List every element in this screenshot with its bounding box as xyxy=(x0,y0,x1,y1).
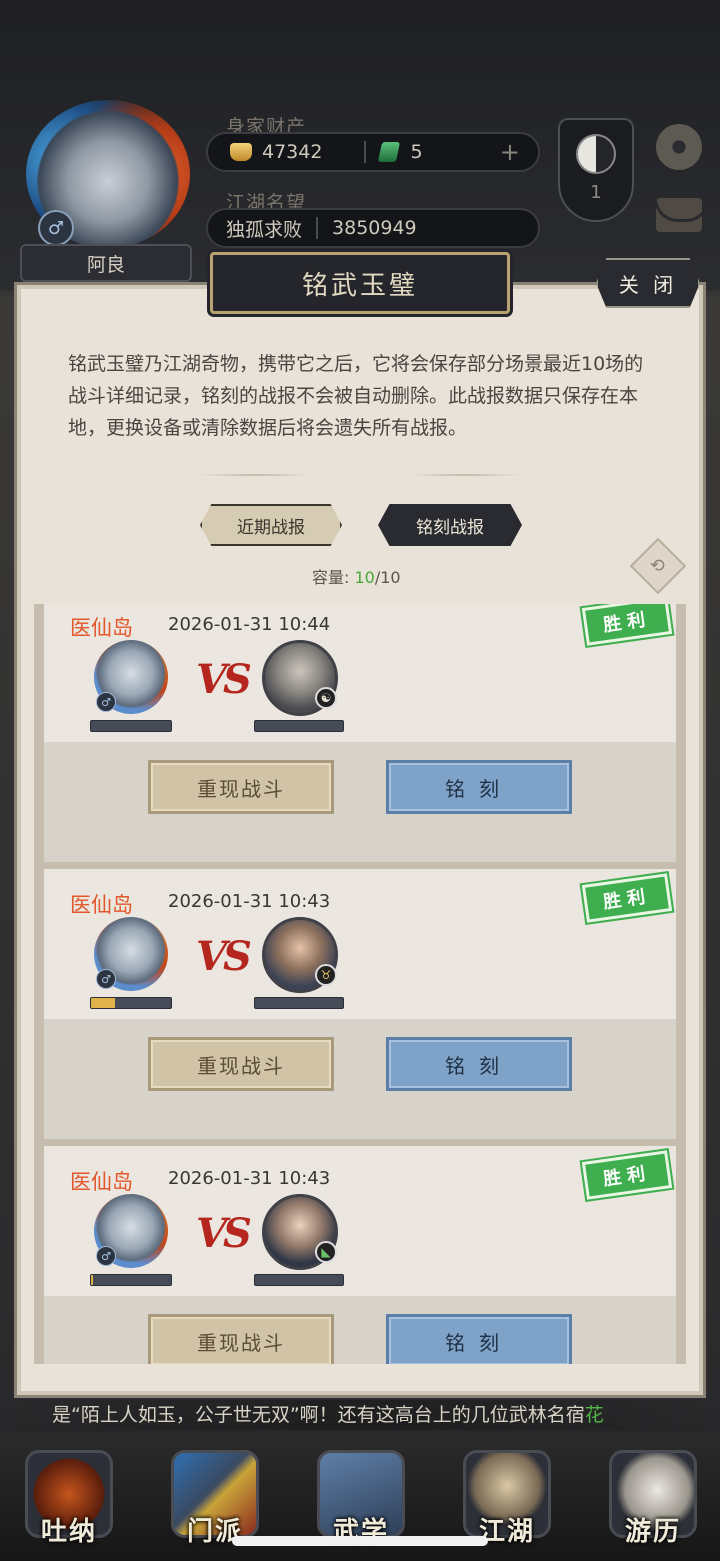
engrave-button[interactable]: 铭刻 xyxy=(386,760,572,814)
ornament-divider xyxy=(200,474,310,476)
enemy-avatar: ♉ xyxy=(262,917,338,993)
enemy-hp-bar xyxy=(254,720,344,732)
capacity-total: /10 xyxy=(374,568,401,587)
battle-time: 2026-01-31 10:44 xyxy=(168,614,331,635)
replay-battle-button[interactable]: 重现战斗 xyxy=(148,1314,334,1364)
gender-icon: ♂ xyxy=(96,692,116,712)
battle-time: 2026-01-31 10:43 xyxy=(168,1168,331,1189)
fame-value: 3850949 xyxy=(332,217,417,239)
enemy-avatar: ☯ xyxy=(262,640,338,716)
player-avatar: ♂ xyxy=(94,640,168,714)
vs-mark: VS xyxy=(196,933,252,980)
battle-time: 2026-01-31 10:43 xyxy=(168,891,331,912)
enemy-sect-icon: ☯ xyxy=(315,687,337,709)
gold-ingot-icon xyxy=(230,143,252,161)
player-hp-fill xyxy=(91,998,115,1008)
nav-item-breathing[interactable]: 吐纳 xyxy=(22,1450,116,1547)
capacity-used: 10 xyxy=(354,568,375,587)
add-currency-button[interactable]: + xyxy=(500,138,520,166)
battle-location: 医仙岛 xyxy=(70,893,133,917)
enemy-hp-bar xyxy=(254,1274,344,1286)
replay-battle-button[interactable]: 重现战斗 xyxy=(148,1037,334,1091)
gender-icon: ♂ xyxy=(96,1246,116,1266)
gender-icon: ♂ xyxy=(96,969,116,989)
game-screen: ♂ 阿良 身家财产 47342 5 + 江湖名望 独孤求败 3850949 1 … xyxy=(0,0,720,1561)
enemy-sect-icon: ♉ xyxy=(315,964,337,986)
divider xyxy=(316,217,319,239)
nav-label: 游历 xyxy=(624,1517,681,1547)
top-hud: ♂ 阿良 身家财产 47342 5 + 江湖名望 独孤求败 3850949 1 xyxy=(0,0,720,290)
player-hp-fill xyxy=(91,1275,94,1285)
engrave-button[interactable]: 铭刻 xyxy=(386,1314,572,1364)
panel-title: 铭武玉璧 xyxy=(210,252,510,314)
wealth-bar: 47342 5 + xyxy=(206,132,540,172)
divider xyxy=(364,141,367,163)
player-hp-bar xyxy=(90,997,172,1009)
engrave-button[interactable]: 铭刻 xyxy=(386,1037,572,1091)
victory-stamp: 胜利 xyxy=(579,604,675,649)
enemy-sect-icon: ◣ xyxy=(315,1241,337,1263)
sect-badge[interactable]: 1 xyxy=(558,118,634,222)
battle-location: 医仙岛 xyxy=(70,616,133,640)
battle-report-list[interactable]: 医仙岛 2026-01-31 10:44 胜利 ♂ VS ☯ 重现战斗 铭刻 医… xyxy=(34,604,686,1364)
tab-recent-reports[interactable]: 近期战报 xyxy=(200,504,342,546)
announcement-marquee: 是“陌上人如玉，公子世无双”啊！还有这高台上的几位武林名宿花 xyxy=(0,1400,720,1430)
fame-title: 独孤求败 xyxy=(226,218,303,241)
tab-engraved-reports[interactable]: 铭刻战报 xyxy=(378,504,522,546)
battle-card-header: 医仙岛 2026-01-31 10:44 胜利 ♂ VS ☯ xyxy=(44,604,676,742)
gear-icon[interactable] xyxy=(656,124,702,170)
nav-item-sect[interactable]: 门派 xyxy=(168,1450,262,1547)
announcement-text: 是“陌上人如玉，公子世无双”啊！还有这高台上的几位武林名宿 xyxy=(52,1404,585,1426)
battle-card: 医仙岛 2026-01-31 10:43 胜利 ♂ VS ♉ 重现战斗 铭刻 xyxy=(44,869,676,1139)
enemy-hp-bar xyxy=(254,997,344,1009)
vs-mark: VS xyxy=(196,656,252,703)
replay-battle-button[interactable]: 重现战斗 xyxy=(148,760,334,814)
capacity-label: 容量: xyxy=(312,568,350,587)
player-avatar: ♂ xyxy=(94,1194,168,1268)
battle-card-header: 医仙岛 2026-01-31 10:43 胜利 ♂ VS ◣ xyxy=(44,1146,676,1296)
panel-description: 铭武玉璧乃江湖奇物，携带它之后，它将会保存部分场景最近10场的战斗详细记录，铭刻… xyxy=(68,353,644,439)
home-indicator[interactable] xyxy=(232,1536,488,1546)
jade-amount: 5 xyxy=(410,141,423,163)
nav-item-travel[interactable]: 游历 xyxy=(606,1450,700,1547)
yinyang-icon xyxy=(576,134,616,174)
battle-card: 医仙岛 2026-01-31 10:44 胜利 ♂ VS ☯ 重现战斗 铭刻 xyxy=(44,604,676,862)
enemy-avatar: ◣ xyxy=(262,1194,338,1270)
player-hp-bar xyxy=(90,1274,172,1286)
mail-icon[interactable] xyxy=(656,198,702,232)
ornament-divider xyxy=(410,474,520,476)
battle-location: 医仙岛 xyxy=(70,1170,133,1194)
nav-item-martial-arts[interactable]: 武学 xyxy=(314,1450,408,1547)
close-button[interactable]: 关 闭 xyxy=(596,258,700,308)
capacity-indicator: 容量: 10/10 xyxy=(312,564,401,588)
battle-card: 医仙岛 2026-01-31 10:43 胜利 ♂ VS ◣ 重现战斗 铭刻 xyxy=(44,1146,676,1364)
vs-mark: VS xyxy=(196,1210,252,1257)
announcement-highlight: 花 xyxy=(584,1404,604,1426)
player-name: 阿良 xyxy=(20,244,192,282)
gender-icon: ♂ xyxy=(38,210,74,246)
gold-amount: 47342 xyxy=(262,141,323,163)
victory-stamp: 胜利 xyxy=(579,870,675,926)
fame-bar: 独孤求败 3850949 xyxy=(206,208,540,248)
player-avatar: ♂ xyxy=(94,917,168,991)
sect-badge-number: 1 xyxy=(590,182,602,203)
battle-card-header: 医仙岛 2026-01-31 10:43 胜利 ♂ VS ♉ xyxy=(44,869,676,1019)
player-hp-bar xyxy=(90,720,172,732)
nav-label: 吐纳 xyxy=(40,1517,97,1547)
victory-stamp: 胜利 xyxy=(579,1147,675,1203)
jade-icon xyxy=(378,142,401,162)
nav-item-jianghu[interactable]: 江湖 xyxy=(460,1450,554,1547)
